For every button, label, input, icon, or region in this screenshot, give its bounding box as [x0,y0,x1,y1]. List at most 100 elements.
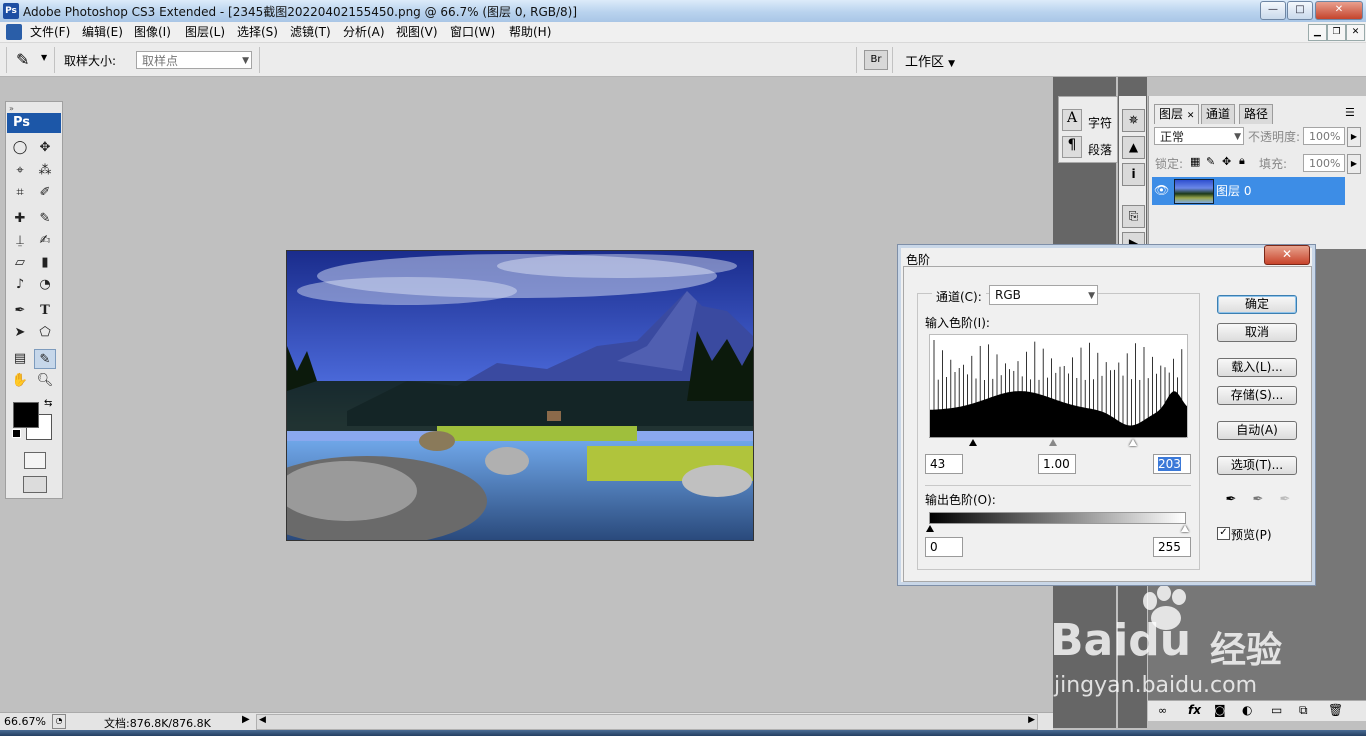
marquee-tool-icon[interactable]: ◯ [9,138,31,158]
opacity-slider-toggle[interactable]: ▶ [1347,127,1361,147]
input-black-field[interactable]: 43 [925,454,963,474]
menu-file[interactable]: 文件(F) [30,24,70,40]
shape-tool-icon[interactable]: ⬠ [34,323,56,343]
input-gamma-slider[interactable] [1049,439,1057,446]
sample-size-select[interactable]: 取样点 ▼ [136,51,252,69]
default-colors-icon[interactable] [12,429,21,438]
close-button[interactable]: ✕ [1315,1,1363,20]
navigator-icon[interactable]: ✵ [1122,109,1145,132]
lock-all-icon[interactable]: 🔒︎ [1239,154,1245,168]
layer-mask-icon[interactable]: ◙ [1214,703,1226,717]
eraser-tool-icon[interactable]: ▱ [9,253,31,273]
healing-brush-tool-icon[interactable]: ✚ [9,209,31,229]
histogram-icon[interactable]: ▲ [1122,136,1145,159]
tab-paths[interactable]: 路径 [1239,104,1274,124]
tab-layers[interactable]: 图层 ✕ [1154,104,1200,124]
notes-tool-icon[interactable]: ▤ [9,349,31,369]
status-menu-icon[interactable]: ◔ [52,714,66,729]
dialog-close-button[interactable]: ✕ [1264,245,1310,265]
menu-select[interactable]: 选择(S) [237,24,278,40]
blur-tool-icon[interactable]: ♪ [9,275,31,295]
crop-tool-icon[interactable]: ⌗ [9,183,31,203]
paragraph-icon[interactable]: ¶ [1062,136,1082,158]
gradient-tool-icon[interactable]: ▮ [34,253,56,273]
quick-mask-icon[interactable] [24,452,46,469]
paragraph-panel-label[interactable]: 段落 [1088,141,1112,158]
layer-style-icon[interactable]: fx [1188,703,1201,717]
menu-help[interactable]: 帮助(H) [509,24,551,40]
input-white-field[interactable]: 203 [1153,454,1191,474]
eyedropper-tool-icon[interactable]: ✎ [34,349,56,369]
panel-menu-icon[interactable]: ☰ [1345,106,1355,119]
auto-button[interactable]: 自动(A) [1217,421,1297,440]
doc-close-button[interactable]: ✕ [1346,24,1365,41]
load-button[interactable]: 载入(L)... [1217,358,1297,377]
input-gamma-field[interactable]: 1.00 [1038,454,1076,474]
tool-preset-arrow-icon[interactable]: ▼ [41,53,47,62]
workspace-button[interactable]: 工作区 ▼ [905,51,955,70]
character-icon[interactable]: A [1062,109,1082,131]
info-icon[interactable]: i [1122,163,1145,186]
new-group-icon[interactable]: ▭ [1271,703,1282,717]
history-icon[interactable]: ⎘ [1122,205,1145,228]
cancel-button[interactable]: 取消 [1217,323,1297,342]
fill-slider-toggle[interactable]: ▶ [1347,154,1361,174]
status-info-arrow-icon[interactable]: ▶ [242,714,250,725]
eyedropper-tool-icon[interactable]: ✎ [16,50,29,69]
preview-checkbox[interactable]: ✓ [1217,527,1230,540]
minimize-button[interactable]: — [1260,1,1286,20]
menu-analysis[interactable]: 分析(A) [343,24,385,40]
lock-pixels-icon[interactable]: ✎ [1206,155,1215,168]
path-selection-tool-icon[interactable]: ➤ [9,323,31,343]
trash-icon[interactable]: 🗑︎ [1328,703,1343,717]
tab-channels[interactable]: 通道 [1201,104,1236,124]
output-black-slider[interactable] [926,525,934,532]
doc-restore-button[interactable]: ❐ [1327,24,1346,41]
scroll-left-icon[interactable]: ◀ [259,715,266,725]
lasso-tool-icon[interactable]: ⌖ [9,161,31,181]
swap-colors-icon[interactable]: ⇆ [44,398,52,409]
menu-edit[interactable]: 编辑(E) [82,24,123,40]
ok-button[interactable]: 确定 [1217,295,1297,314]
hand-tool-icon[interactable]: ✋ [9,371,31,391]
menu-filter[interactable]: 滤镜(T) [290,24,331,40]
menu-window[interactable]: 窗口(W) [450,24,495,40]
document-icon[interactable] [6,24,22,40]
input-black-slider[interactable] [969,439,977,446]
layer-name[interactable]: 图层 0 [1216,182,1251,199]
fill-input[interactable]: 100% [1303,154,1345,172]
slice-tool-icon[interactable]: ✐ [34,183,56,203]
menu-layer[interactable]: 图层(L) [185,24,225,40]
document-canvas-image[interactable] [286,250,754,541]
foreground-color-swatch-front[interactable] [13,402,39,428]
input-white-slider[interactable] [1129,439,1137,446]
opacity-input[interactable]: 100% [1303,127,1345,145]
lock-position-icon[interactable]: ✥ [1222,155,1231,168]
channel-select[interactable]: RGB ▼ [989,285,1098,305]
screen-mode-icon[interactable] [23,476,47,493]
move-tool-icon[interactable]: ✥ [34,138,56,158]
type-tool-icon[interactable]: T [34,301,56,321]
clone-stamp-tool-icon[interactable]: ⍊ [9,231,31,251]
pen-tool-icon[interactable]: ✒ [9,301,31,321]
white-point-eyedropper-icon[interactable]: ✒ [1278,492,1292,508]
black-point-eyedropper-icon[interactable]: ✒ [1224,492,1238,508]
maximize-button[interactable]: □ [1287,1,1313,20]
new-layer-icon[interactable]: ⧉ [1299,703,1308,718]
output-black-field[interactable]: 0 [925,537,963,557]
eye-icon[interactable]: 👁︎ [1154,183,1169,197]
magic-wand-tool-icon[interactable]: ⁂ [34,161,56,181]
blend-mode-select[interactable]: 正常 ▼ [1154,127,1244,145]
menu-image[interactable]: 图像(I) [134,24,171,40]
options-button[interactable]: 选项(T)... [1217,456,1297,475]
brush-tool-icon[interactable]: ✎ [34,209,56,229]
doc-minimize-button[interactable]: ▁ [1308,24,1327,41]
link-layers-icon[interactable]: ∞ [1158,704,1167,717]
adjustment-layer-icon[interactable]: ◐ [1242,703,1252,717]
gray-point-eyedropper-icon[interactable]: ✒ [1251,492,1265,508]
output-white-field[interactable]: 255 [1153,537,1191,557]
zoom-tool-icon[interactable]: 🔍︎ [34,371,56,391]
character-panel-label[interactable]: 字符 [1088,114,1112,131]
save-button[interactable]: 存储(S)... [1217,386,1297,405]
output-white-slider[interactable] [1181,525,1189,532]
